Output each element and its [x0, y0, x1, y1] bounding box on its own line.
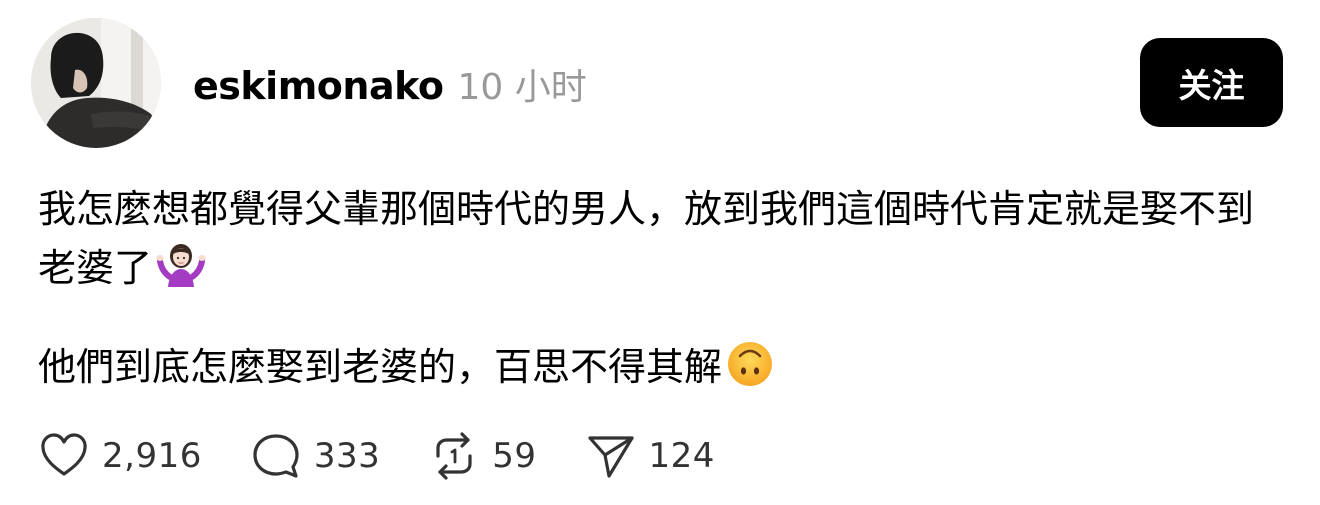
post-paragraph: 他們到底怎麼娶到老婆的，百思不得其解: [38, 338, 1288, 405]
action-bar: 2,916 333 59 124: [38, 430, 763, 482]
post-text: 他們到底怎麼娶到老婆的，百思不得其解: [38, 345, 723, 389]
repost-icon: [428, 430, 480, 482]
timestamp: 10 小时: [457, 67, 587, 108]
repost-count: 59: [492, 436, 537, 476]
like-button[interactable]: 2,916: [38, 430, 202, 482]
follow-button[interactable]: 关注: [1140, 38, 1283, 127]
post-body: 我怎麼想都覺得父輩那個時代的男人，放到我們這個時代肯定就是娶不到老婆了 他們到底…: [38, 180, 1288, 405]
share-button[interactable]: 124: [585, 430, 715, 482]
avatar-image: [31, 18, 161, 148]
repost-button[interactable]: 59: [428, 430, 536, 482]
post-paragraph: 我怎麼想都覺得父輩那個時代的男人，放到我們這個時代肯定就是娶不到老婆了: [38, 180, 1288, 306]
reply-count: 333: [313, 436, 381, 476]
post-header: eskimonako 10 小时: [193, 58, 587, 108]
share-count: 124: [648, 436, 715, 476]
heart-icon: [38, 430, 90, 482]
person-shrugging-emoji: [156, 239, 206, 306]
send-icon: [585, 430, 637, 482]
upside-down-face-emoji: [726, 340, 774, 405]
reply-button[interactable]: 333: [250, 430, 380, 482]
post-text: 我怎麼想都覺得父輩那個時代的男人，放到我們這個時代肯定就是娶不到老婆了: [38, 187, 1255, 290]
comment-icon: [250, 430, 302, 482]
like-count: 2,916: [102, 436, 202, 476]
username[interactable]: eskimonako: [193, 64, 444, 108]
avatar[interactable]: [31, 18, 161, 148]
